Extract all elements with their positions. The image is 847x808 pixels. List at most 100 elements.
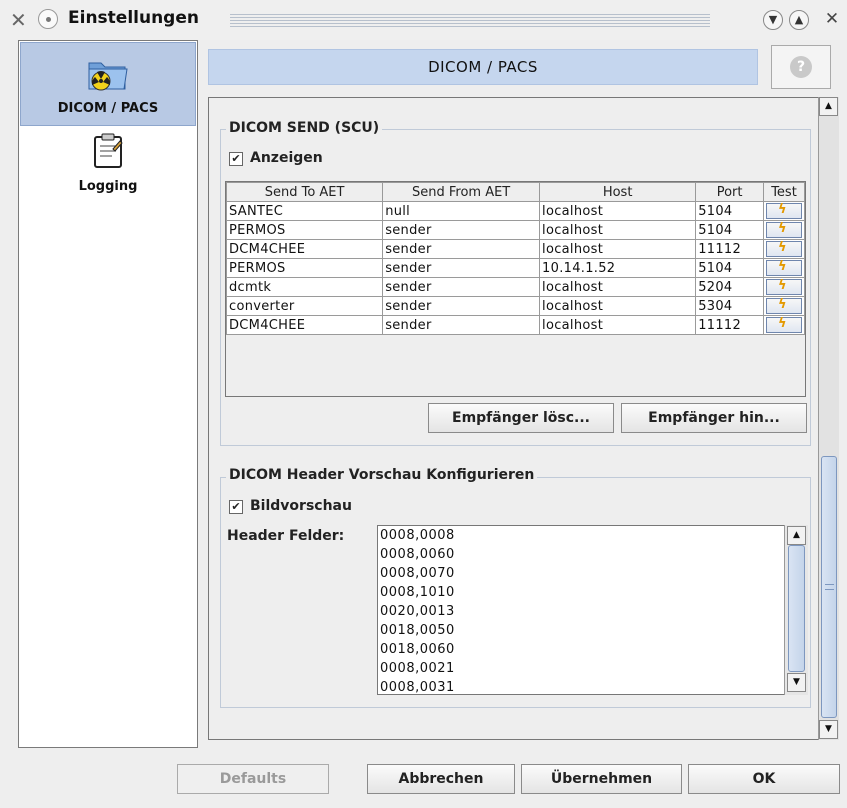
column-header-test[interactable]: Test [762, 182, 806, 202]
content-scrollbar[interactable]: ▲ ▼ [818, 97, 839, 740]
column-header-send-from-aet[interactable]: Send From AET [382, 182, 541, 202]
page-title: DICOM / PACS [208, 49, 758, 85]
lightning-icon: ϟ [777, 278, 787, 294]
column-header-host[interactable]: Host [539, 182, 697, 202]
cell-port[interactable]: 11112 [695, 315, 764, 335]
table-row[interactable]: DCM4CHEE sender localhost 11112 ϟ [225, 315, 806, 335]
cell-send-from-aet[interactable]: null [382, 201, 541, 221]
scroll-up-button[interactable]: ▲ [787, 526, 806, 545]
list-item[interactable]: 0008,0031 [380, 680, 455, 694]
table-row[interactable]: SANTEC null localhost 5104 ϟ [225, 201, 806, 221]
arrow-up-icon: ▲ [793, 530, 800, 540]
minimize-button[interactable]: ▼ [763, 10, 783, 30]
cell-port[interactable]: 5104 [695, 220, 764, 240]
list-item[interactable]: 0020,0013 [380, 604, 455, 619]
defaults-button[interactable]: Defaults [177, 764, 329, 794]
window-menu-button[interactable] [38, 9, 58, 29]
radiology-folder-icon [88, 62, 128, 91]
scroll-thumb[interactable] [788, 545, 805, 672]
arrow-down-icon: ▼ [825, 724, 832, 734]
header-preview-group-title: DICOM Header Vorschau Konfigurieren [226, 467, 538, 483]
list-item[interactable]: 0018,0060 [380, 642, 455, 657]
close-button[interactable]: ✕ [822, 10, 842, 30]
chevron-down-icon: ▼ [768, 13, 778, 26]
test-connection-button[interactable]: ϟ [765, 278, 802, 295]
table-row[interactable]: PERMOS sender 10.14.1.52 5104 ϟ [225, 258, 806, 278]
sidebar-item-logging[interactable]: Logging [20, 129, 196, 199]
sidebar-item-label: DICOM / PACS [57, 101, 159, 116]
show-checkbox[interactable]: ✔ [229, 152, 243, 166]
chevron-up-icon: ▲ [794, 13, 804, 26]
cell-host[interactable]: 10.14.1.52 [539, 258, 697, 278]
cell-port[interactable]: 5204 [695, 277, 764, 297]
arrow-up-icon: ▲ [825, 101, 832, 111]
list-item[interactable]: 0008,1010 [380, 585, 455, 600]
lightning-icon: ϟ [777, 240, 787, 256]
cell-send-to-aet[interactable]: dcmtk [225, 277, 384, 297]
clipboard-icon [94, 133, 123, 168]
scroll-down-button[interactable]: ▼ [819, 720, 838, 739]
table-row[interactable]: converter sender localhost 5304 ϟ [225, 296, 806, 316]
image-preview-checkbox[interactable]: ✔ [229, 500, 243, 514]
ok-button[interactable]: OK [688, 764, 840, 794]
list-item[interactable]: 0008,0060 [380, 547, 455, 562]
image-preview-label: Bildvorschau [250, 498, 352, 514]
cell-port[interactable]: 11112 [695, 239, 764, 259]
test-connection-button[interactable]: ϟ [765, 221, 802, 238]
cell-host[interactable]: localhost [539, 296, 697, 316]
header-fields-scrollbar[interactable]: ▲ ▼ [784, 525, 808, 695]
column-header-port[interactable]: Port [695, 182, 764, 202]
cell-send-to-aet[interactable]: SANTEC [225, 201, 384, 221]
list-item[interactable]: 0018,0050 [380, 623, 455, 638]
test-connection-button[interactable]: ϟ [765, 240, 802, 257]
cell-send-to-aet[interactable]: DCM4CHEE [225, 239, 384, 259]
cell-host[interactable]: localhost [539, 239, 697, 259]
scroll-down-button[interactable]: ▼ [787, 673, 806, 692]
scroll-up-button[interactable]: ▲ [819, 97, 838, 116]
apply-button[interactable]: Übernehmen [521, 764, 682, 794]
cell-port[interactable]: 5304 [695, 296, 764, 316]
sidebar-item-dicom-pacs[interactable]: DICOM / PACS [20, 42, 196, 126]
list-item[interactable]: 0008,0070 [380, 566, 455, 581]
list-item[interactable]: 0008,0008 [380, 528, 455, 543]
titlebar-decoration [230, 14, 710, 28]
cell-host[interactable]: localhost [539, 315, 697, 335]
window-title: Einstellungen [68, 8, 199, 28]
cell-send-to-aet[interactable]: PERMOS [225, 258, 384, 278]
table-row[interactable]: DCM4CHEE sender localhost 11112 ϟ [225, 239, 806, 259]
cell-send-to-aet[interactable]: converter [225, 296, 384, 316]
cancel-button[interactable]: Abbrechen [367, 764, 515, 794]
header-fields-list[interactable]: 0008,0008 0008,0060 0008,0070 0008,1010 … [377, 525, 808, 695]
test-connection-button[interactable]: ϟ [765, 203, 802, 219]
cell-port[interactable]: 5104 [695, 201, 764, 221]
delete-recipient-button[interactable]: Empfänger lösc... [428, 403, 614, 433]
cell-host[interactable]: localhost [539, 220, 697, 240]
maximize-button[interactable]: ▲ [789, 10, 809, 30]
test-connection-button[interactable]: ϟ [765, 298, 802, 314]
test-connection-button[interactable]: ϟ [765, 316, 802, 333]
cell-send-from-aet[interactable]: sender [382, 220, 541, 240]
cell-send-from-aet[interactable]: sender [382, 258, 541, 278]
column-header-send-to-aet[interactable]: Send To AET [225, 182, 384, 202]
cell-send-to-aet[interactable]: PERMOS [225, 220, 384, 240]
cell-send-from-aet[interactable]: sender [382, 277, 541, 297]
send-destinations-table[interactable]: Send To AET Send From AET Host Port Test… [225, 181, 806, 397]
scroll-thumb[interactable] [821, 456, 837, 718]
test-connection-button[interactable]: ϟ [765, 260, 802, 276]
cell-host[interactable]: localhost [539, 201, 697, 221]
app-logo-icon: ✕ [10, 8, 27, 32]
cell-send-from-aet[interactable]: sender [382, 296, 541, 316]
add-recipient-button[interactable]: Empfänger hin... [621, 403, 807, 433]
table-row[interactable]: dcmtk sender localhost 5204 ϟ [225, 277, 806, 297]
cell-host[interactable]: localhost [539, 277, 697, 297]
cell-port[interactable]: 5104 [695, 258, 764, 278]
cell-send-to-aet[interactable]: DCM4CHEE [225, 315, 384, 335]
table-row[interactable]: PERMOS sender localhost 5104 ϟ [225, 220, 806, 240]
cell-send-from-aet[interactable]: sender [382, 239, 541, 259]
lightning-icon: ϟ [777, 221, 787, 237]
send-table-grid: Send To AET Send From AET Host Port Test… [225, 182, 806, 335]
list-item[interactable]: 0008,0021 [380, 661, 455, 676]
help-button[interactable]: ? [771, 45, 831, 89]
cell-send-from-aet[interactable]: sender [382, 315, 541, 335]
lightning-icon: ϟ [777, 316, 787, 332]
